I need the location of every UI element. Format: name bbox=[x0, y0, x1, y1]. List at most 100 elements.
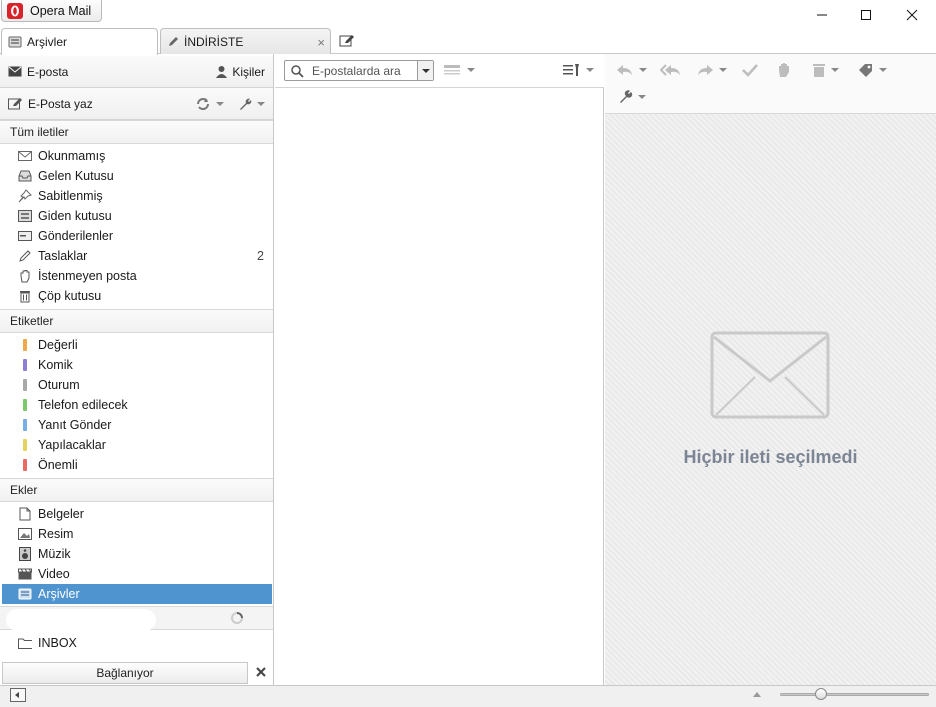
sidebar-item-label: Gelen Kutusu bbox=[38, 169, 114, 183]
sidebar-item-label-todo[interactable]: Yapılacaklar bbox=[2, 435, 272, 455]
person-icon bbox=[216, 66, 228, 78]
section-title: Ekler bbox=[10, 483, 38, 497]
chevron-down-icon bbox=[638, 94, 646, 99]
outbox-icon bbox=[18, 210, 32, 222]
archive-icon bbox=[18, 588, 32, 600]
chevron-down-icon bbox=[639, 68, 647, 72]
envelope-icon bbox=[18, 151, 32, 161]
sidebar-item-label-session[interactable]: Oturum bbox=[2, 375, 272, 395]
sidebar-item-label-reply[interactable]: Yanıt Gönder bbox=[2, 415, 272, 435]
delete-button[interactable] bbox=[812, 63, 839, 77]
new-compose-tab-button[interactable] bbox=[336, 31, 358, 51]
forward-button[interactable] bbox=[696, 63, 727, 77]
tab-archives[interactable]: Arşivler bbox=[1, 28, 158, 55]
toggle-panel-button[interactable] bbox=[10, 688, 26, 702]
pencil-icon bbox=[19, 250, 31, 262]
sidebar-item-label: INBOX bbox=[38, 636, 77, 650]
wrench-icon bbox=[620, 90, 633, 103]
section-attachments[interactable]: Ekler bbox=[0, 478, 273, 502]
reply-all-icon bbox=[660, 64, 680, 76]
sidebar-item-images[interactable]: Resim bbox=[2, 524, 272, 544]
connecting-button[interactable]: Bağlanıyor bbox=[2, 662, 248, 684]
sidebar-item-label: Müzik bbox=[38, 547, 71, 561]
section-all-messages[interactable]: Tüm iletiler bbox=[0, 120, 273, 144]
view-options-button[interactable] bbox=[444, 64, 475, 76]
sidebar-item-spam[interactable]: İstenmeyen posta bbox=[2, 266, 272, 286]
sidebar-item-label-call[interactable]: Telefon edilecek bbox=[2, 395, 272, 415]
sidebar-item-label-valuable[interactable]: Değerli bbox=[2, 335, 272, 355]
label-button[interactable] bbox=[858, 63, 887, 77]
opera-menu-button[interactable]: Opera Mail bbox=[1, 0, 103, 22]
sidebar-item-label: Sabitlenmiş bbox=[38, 189, 103, 203]
sidebar-item-archives[interactable]: Arşivler bbox=[2, 584, 272, 604]
tag-icon bbox=[859, 64, 872, 77]
sidebar-item-inbox-folder[interactable]: INBOX bbox=[2, 633, 272, 653]
compose-button[interactable]: E-Posta yaz bbox=[8, 97, 93, 111]
message-list[interactable] bbox=[275, 88, 604, 685]
settings-button[interactable] bbox=[238, 97, 265, 111]
reply-button[interactable] bbox=[616, 63, 647, 77]
sidebar-item-label: Yanıt Gönder bbox=[38, 418, 112, 432]
message-settings-button[interactable] bbox=[618, 89, 646, 104]
search-dropdown-button[interactable] bbox=[417, 61, 433, 80]
search-placeholder: E-postalarda ara bbox=[312, 63, 401, 78]
inbox-icon bbox=[18, 170, 32, 182]
close-panel-icon[interactable] bbox=[254, 665, 268, 679]
list-view-icon bbox=[444, 65, 460, 75]
envelope-icon bbox=[8, 66, 22, 77]
sync-button[interactable] bbox=[195, 97, 224, 111]
sidebar-item-label-important[interactable]: Önemli bbox=[2, 455, 272, 475]
tab-downloads[interactable]: İNDİRİSTE × bbox=[160, 28, 331, 54]
sidebar-item-sent[interactable]: Gönderilenler bbox=[2, 226, 272, 246]
zoom-out-icon[interactable] bbox=[752, 690, 762, 698]
section-labels[interactable]: Etiketler bbox=[0, 309, 273, 333]
zoom-slider-handle[interactable] bbox=[815, 688, 827, 700]
contacts-button[interactable]: Kişiler bbox=[215, 65, 265, 79]
label-tag-icon bbox=[23, 459, 27, 471]
sidebar-item-documents[interactable]: Belgeler bbox=[2, 504, 272, 524]
chevron-down-icon bbox=[257, 101, 265, 106]
chevron-down-icon bbox=[421, 68, 430, 73]
compose-icon bbox=[339, 35, 354, 47]
minimize-button[interactable] bbox=[799, 0, 845, 30]
checkmark-icon bbox=[742, 64, 758, 77]
connecting-label: Bağlanıyor bbox=[96, 666, 154, 680]
pencil-icon bbox=[169, 36, 178, 46]
no-message-selected-text: Hiçbir ileti seçilmedi bbox=[683, 447, 858, 467]
hand-icon bbox=[20, 270, 30, 283]
pin-icon bbox=[18, 189, 32, 203]
maximize-button[interactable] bbox=[843, 0, 889, 30]
sidebar-item-label: Okunmamış bbox=[38, 149, 106, 163]
sidebar-item-music[interactable]: Müzik bbox=[2, 544, 272, 564]
sync-icon bbox=[197, 97, 209, 110]
sidebar-item-label: Arşivler bbox=[38, 587, 80, 601]
sidebar-item-label: Yapılacaklar bbox=[38, 438, 106, 452]
zoom-slider[interactable] bbox=[780, 693, 929, 696]
sidebar-item-outbox[interactable]: Giden kutusu bbox=[2, 206, 272, 226]
speaker-icon bbox=[19, 547, 31, 561]
sidebar-item-unread[interactable]: Okunmamış bbox=[2, 146, 272, 166]
sidebar-item-label: Telefon edilecek bbox=[38, 398, 128, 412]
sidebar-item-label: Giden kutusu bbox=[38, 209, 112, 223]
sidebar-item-pinned[interactable]: Sabitlenmiş bbox=[2, 186, 272, 206]
sidebar-item-video[interactable]: Video bbox=[2, 564, 272, 584]
search-field[interactable]: E-postalarda ara bbox=[284, 60, 434, 81]
reply-all-button[interactable] bbox=[660, 63, 682, 77]
mark-spam-button[interactable] bbox=[776, 62, 792, 78]
tab-close-icon[interactable]: × bbox=[317, 35, 325, 50]
clapper-icon bbox=[18, 568, 32, 580]
email-button[interactable]: E-posta bbox=[8, 65, 68, 79]
close-button[interactable] bbox=[889, 0, 935, 30]
mark-read-button[interactable] bbox=[742, 63, 758, 77]
sort-options-button[interactable] bbox=[563, 63, 594, 77]
sidebar-item-label: Belgeler bbox=[38, 507, 84, 521]
mail-contacts-bar: E-posta Kişiler bbox=[0, 56, 273, 88]
status-bar bbox=[0, 685, 936, 707]
sidebar-item-trash[interactable]: Çöp kutusu bbox=[2, 286, 272, 306]
sidebar-item-inbox[interactable]: Gelen Kutusu bbox=[2, 166, 272, 186]
sidebar-item-drafts[interactable]: Taslaklar 2 bbox=[2, 246, 272, 266]
opera-logo-icon bbox=[7, 2, 23, 19]
search-icon bbox=[291, 64, 304, 78]
archive-icon bbox=[8, 36, 22, 48]
sidebar-item-label-funny[interactable]: Komik bbox=[2, 355, 272, 375]
